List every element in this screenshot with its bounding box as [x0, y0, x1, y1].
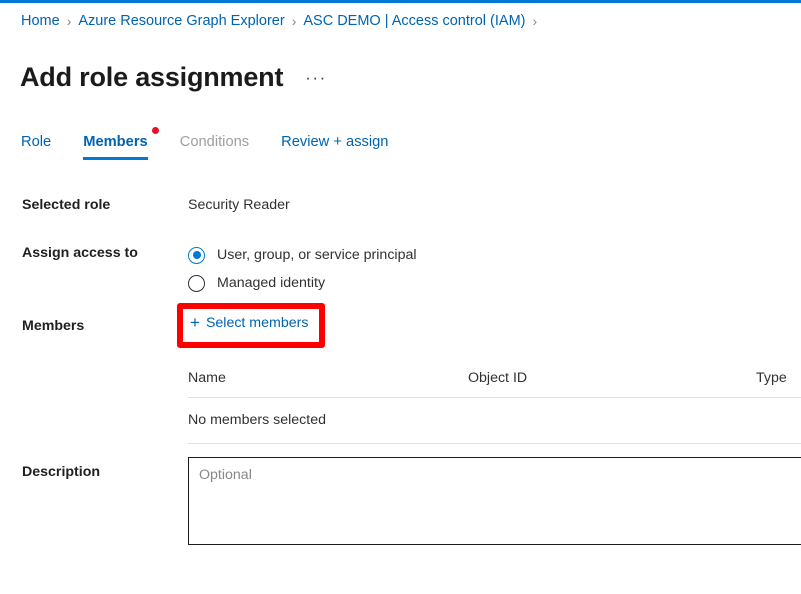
- radio-managed-identity[interactable]: Managed identity: [188, 269, 417, 297]
- selected-role-label: Selected role: [22, 197, 111, 213]
- column-header-object-id: Object ID: [468, 370, 528, 386]
- tab-conditions[interactable]: Conditions: [180, 132, 249, 161]
- select-members-button[interactable]: + Select members: [190, 313, 308, 333]
- plus-icon: +: [190, 313, 200, 332]
- column-header-name: Name: [188, 370, 226, 386]
- top-accent-bar: [0, 0, 801, 3]
- breadcrumb-item-asc-demo-access-control[interactable]: ASC DEMO | Access control (IAM): [303, 11, 525, 31]
- radio-managed-identity-label: Managed identity: [217, 275, 326, 291]
- tab-role-label: Role: [21, 134, 52, 150]
- radio-user-group-service-principal[interactable]: User, group, or service principal: [188, 241, 417, 269]
- tab-review-assign-label: Review + assign: [281, 134, 389, 150]
- selected-role-value: Security Reader: [188, 197, 290, 213]
- assign-access-to-radio-group: User, group, or service principal Manage…: [188, 241, 417, 297]
- table-row: No members selected: [188, 398, 801, 444]
- breadcrumb: Home › Azure Resource Graph Explorer › A…: [21, 11, 544, 31]
- assign-access-to-label: Assign access to: [22, 245, 138, 261]
- tab-role[interactable]: Role: [21, 132, 51, 161]
- members-table-header: Name Object ID Type: [188, 370, 801, 398]
- breadcrumb-item-home[interactable]: Home: [21, 11, 60, 31]
- breadcrumb-item-azure-resource-graph-explorer[interactable]: Azure Resource Graph Explorer: [78, 11, 284, 31]
- select-members-button-label: Select members: [205, 315, 309, 331]
- tab-review-assign[interactable]: Review + assign: [281, 132, 388, 161]
- page-title: Add role assignment: [20, 62, 284, 93]
- tab-members[interactable]: Members: [83, 127, 159, 161]
- breadcrumb-separator-icon: ›: [291, 13, 297, 29]
- tab-bar: Role Members Conditions Review + assign: [21, 127, 420, 166]
- members-table: Name Object ID Type No members selected: [188, 370, 801, 444]
- breadcrumb-separator-icon: ›: [532, 13, 538, 29]
- tab-conditions-label: Conditions: [179, 134, 250, 150]
- tab-members-label: Members: [83, 134, 148, 150]
- radio-unchecked-icon: [188, 274, 205, 292]
- members-label: Members: [22, 318, 85, 334]
- breadcrumb-separator-icon: ›: [66, 13, 72, 29]
- tab-members-required-dot-icon: [151, 127, 159, 134]
- description-label: Description: [22, 464, 101, 480]
- radio-checked-icon: [188, 246, 205, 264]
- title-row: Add role assignment ···: [20, 42, 327, 112]
- radio-user-group-service-principal-label: User, group, or service principal: [217, 247, 417, 263]
- members-table-empty-message: No members selected: [188, 412, 326, 428]
- description-input[interactable]: [188, 457, 801, 545]
- more-options-icon[interactable]: ···: [305, 68, 326, 88]
- column-header-type: Type: [756, 370, 787, 386]
